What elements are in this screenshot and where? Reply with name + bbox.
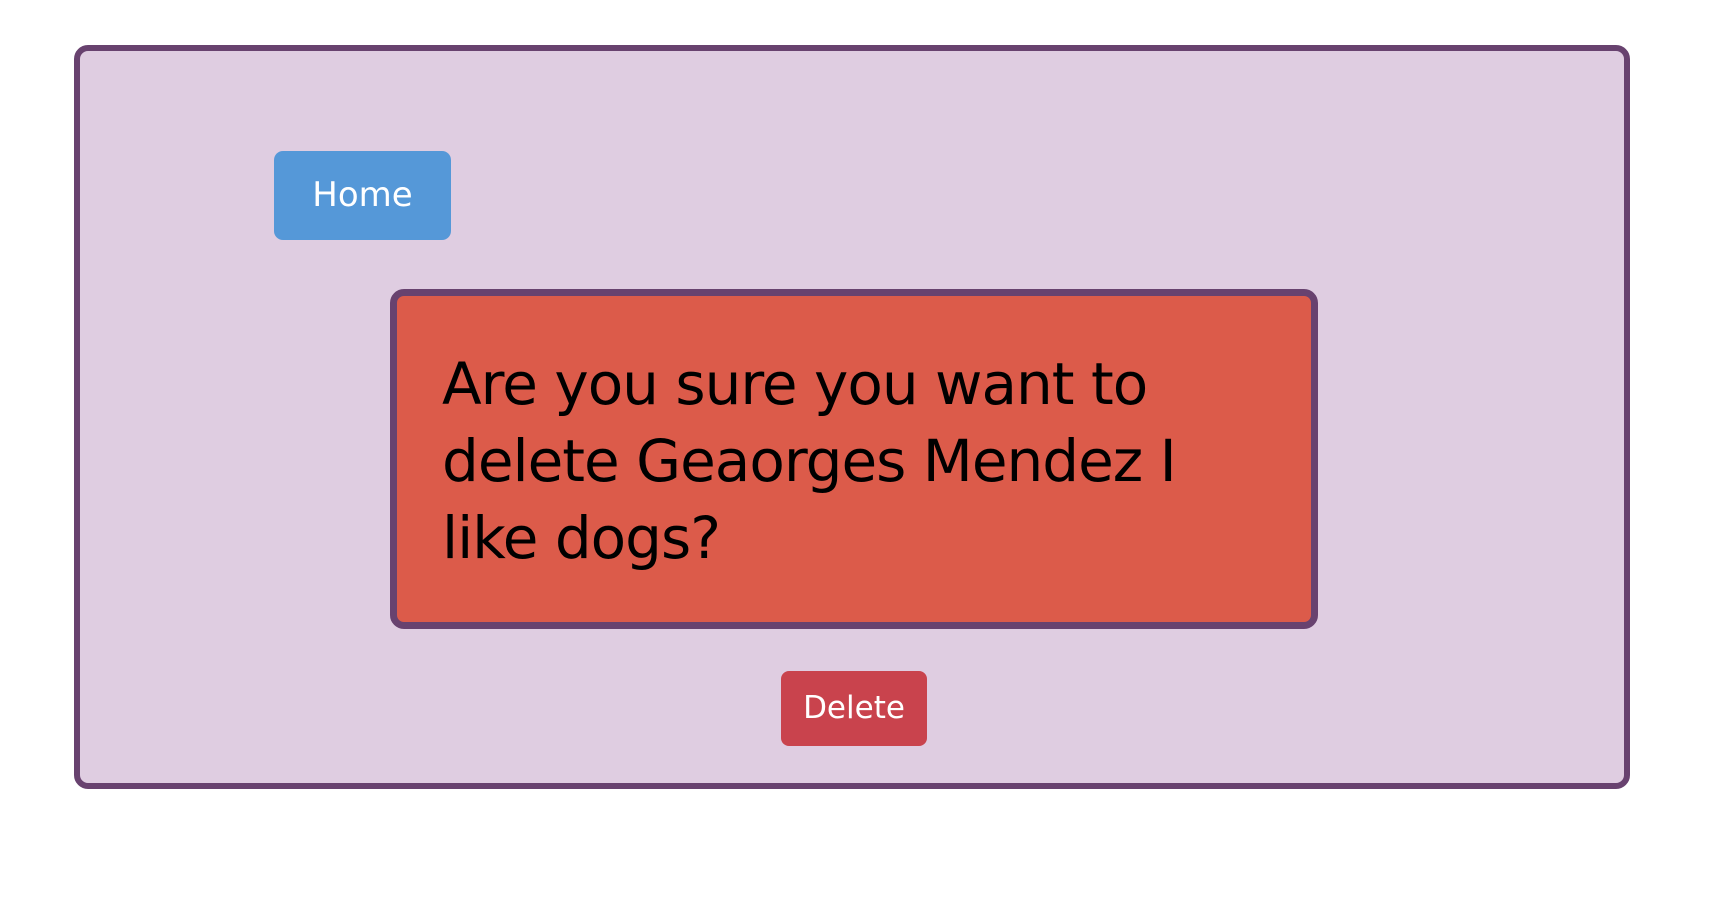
delete-button[interactable]: Delete: [781, 671, 927, 746]
confirmation-message: Are you sure you want to delete Geaorges…: [442, 350, 1177, 572]
home-button[interactable]: Home: [274, 151, 451, 240]
page: Home Are you sure you want to delete Gea…: [0, 0, 1712, 922]
confirmation-message-box: Are you sure you want to delete Geaorges…: [390, 289, 1318, 629]
